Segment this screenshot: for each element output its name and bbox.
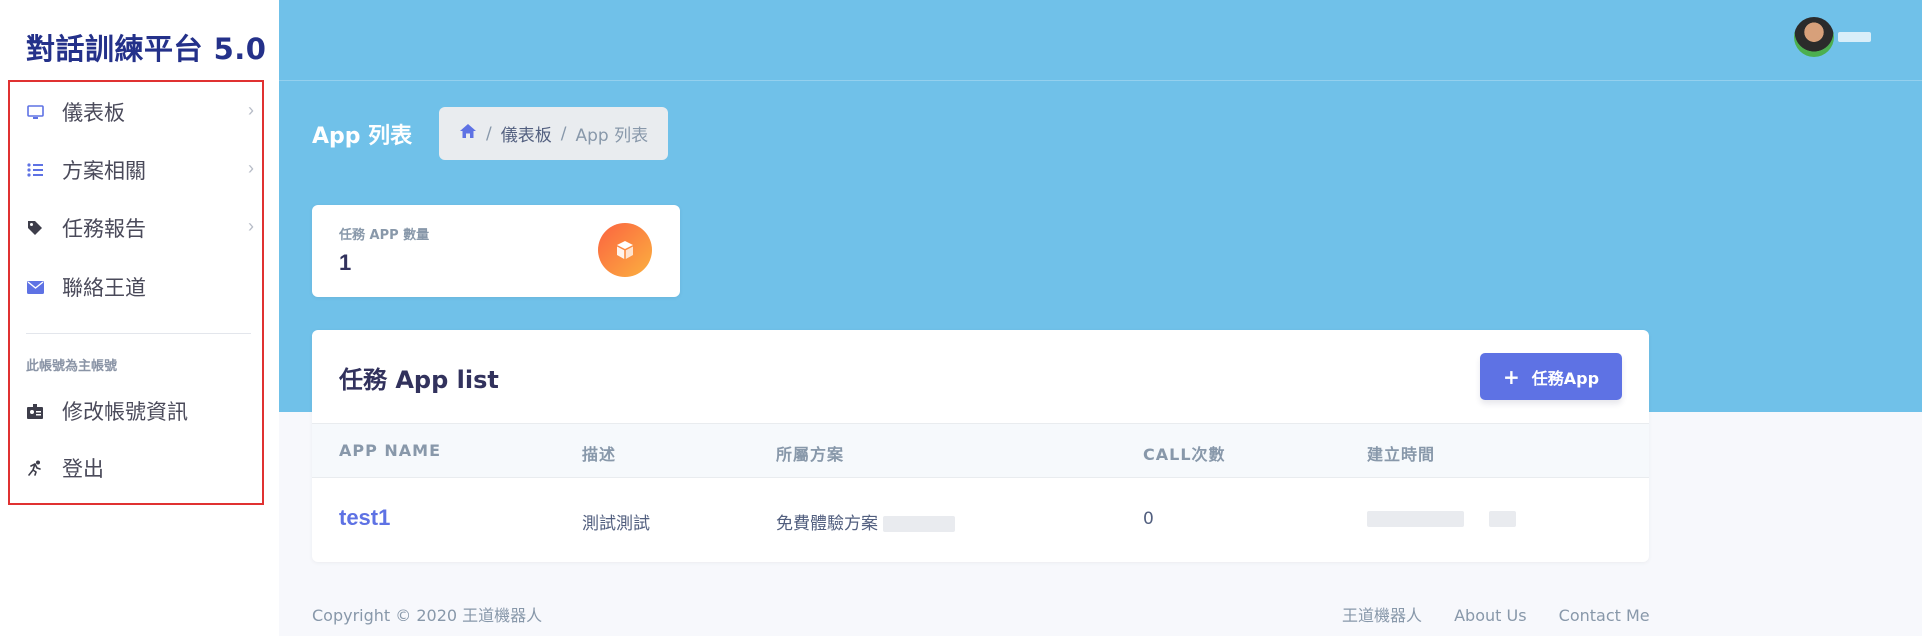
envelope-icon — [24, 276, 46, 298]
table-header: APP NAME 描述 所屬方案 CALL次數 建立時間 ... — [312, 423, 1649, 478]
account-section-heading: 此帳號為主帳號 — [26, 359, 118, 374]
stat-card: 任務 APP 數量 1 — [312, 205, 680, 297]
brand-title[interactable]: 對話訓練平台 5.0 — [26, 26, 266, 68]
created-time-redacted — [1489, 511, 1517, 527]
chevron-right-icon: › — [248, 216, 254, 236]
breadcrumb-item-dashboard[interactable]: 儀表板 — [501, 121, 552, 146]
column-header-desc[interactable]: 描述 — [582, 441, 616, 465]
chevron-right-icon: › — [248, 100, 254, 120]
chevron-right-icon: › — [248, 158, 254, 178]
footer-link-company[interactable]: 王道機器人 — [1342, 606, 1422, 625]
breadcrumb-separator: / — [560, 123, 567, 144]
monitor-icon — [24, 101, 46, 123]
id-card-icon — [24, 400, 46, 422]
column-header-name[interactable]: APP NAME — [339, 441, 441, 460]
sidebar-item-contact[interactable]: 聯絡王道 — [24, 267, 254, 307]
sidebar-item-logout[interactable]: 登出 — [24, 448, 254, 488]
tag-icon — [24, 217, 46, 239]
add-app-button-label: 任務App — [1531, 368, 1600, 388]
app-name-link[interactable]: test1 — [339, 505, 390, 531]
app-description: 測試測試 — [582, 514, 650, 534]
sidebar: 對話訓練平台 5.0 儀表板 › 方案相關 › 任務報告 › 聯絡王道 此帳號為… — [0, 0, 279, 636]
page-title: App 列表 — [312, 124, 413, 149]
card-title: 任務 App list — [339, 366, 499, 394]
breadcrumb-item-current: App 列表 — [575, 126, 649, 146]
add-app-button[interactable]: + 任務App — [1480, 353, 1622, 400]
footer-copyright: Copyright © 2020 王道機器人 — [312, 606, 543, 625]
breadcrumb: / 儀表板 / App 列表 — [439, 107, 669, 160]
sidebar-item-label: 任務報告 — [62, 217, 146, 241]
sidebar-item-label: 方案相關 — [62, 159, 146, 183]
topbar-divider — [279, 80, 1922, 81]
list-icon — [24, 159, 46, 181]
footer-link-contact[interactable]: Contact Me — [1559, 606, 1650, 625]
column-header-calls[interactable]: CALL次數 — [1143, 441, 1226, 465]
sidebar-item-plans[interactable]: 方案相關 › — [24, 150, 254, 190]
main-content: App 列表 / 儀表板 / App 列表 任務 APP 數量 1 任務 App… — [279, 0, 1922, 636]
table-row: test1 測試測試 免費體驗方案 0 刪除 — [312, 478, 1649, 562]
created-date-redacted — [1367, 511, 1464, 527]
sidebar-item-reports[interactable]: 任務報告 › — [24, 208, 254, 248]
running-icon — [24, 457, 46, 479]
sidebar-divider — [26, 333, 251, 334]
app-created-time-redacted — [1367, 509, 1517, 529]
user-name-redacted[interactable] — [1838, 32, 1871, 42]
stat-title: 任務 APP 數量 — [339, 228, 430, 243]
column-header-created[interactable]: 建立時間 — [1367, 441, 1435, 465]
cube-icon — [598, 223, 652, 277]
sidebar-item-label: 儀表板 — [62, 101, 125, 125]
stat-value: 1 — [339, 250, 352, 275]
breadcrumb-separator: / — [486, 123, 492, 144]
sidebar-item-label: 聯絡王道 — [62, 276, 146, 300]
footer-links: 王道機器人 About Us Contact Me — [1342, 602, 1650, 626]
app-plan-name: 免費體驗方案 — [776, 514, 878, 534]
app-call-count: 0 — [1143, 509, 1154, 529]
sidebar-item-label: 登出 — [62, 457, 104, 481]
sidebar-item-label: 修改帳號資訊 — [62, 400, 188, 424]
avatar[interactable] — [1794, 17, 1834, 57]
sidebar-item-edit-account[interactable]: 修改帳號資訊 — [24, 391, 254, 431]
plan-detail-redacted — [883, 516, 956, 532]
home-icon[interactable] — [459, 123, 477, 144]
app-list-card: 任務 App list + 任務App APP NAME 描述 所屬方案 CAL… — [312, 330, 1649, 562]
footer-link-about[interactable]: About Us — [1454, 606, 1526, 625]
column-header-plan[interactable]: 所屬方案 — [776, 441, 844, 465]
app-plan: 免費體驗方案 — [776, 509, 956, 534]
sidebar-item-dashboard[interactable]: 儀表板 › — [24, 92, 254, 132]
plus-icon: + — [1502, 364, 1520, 389]
